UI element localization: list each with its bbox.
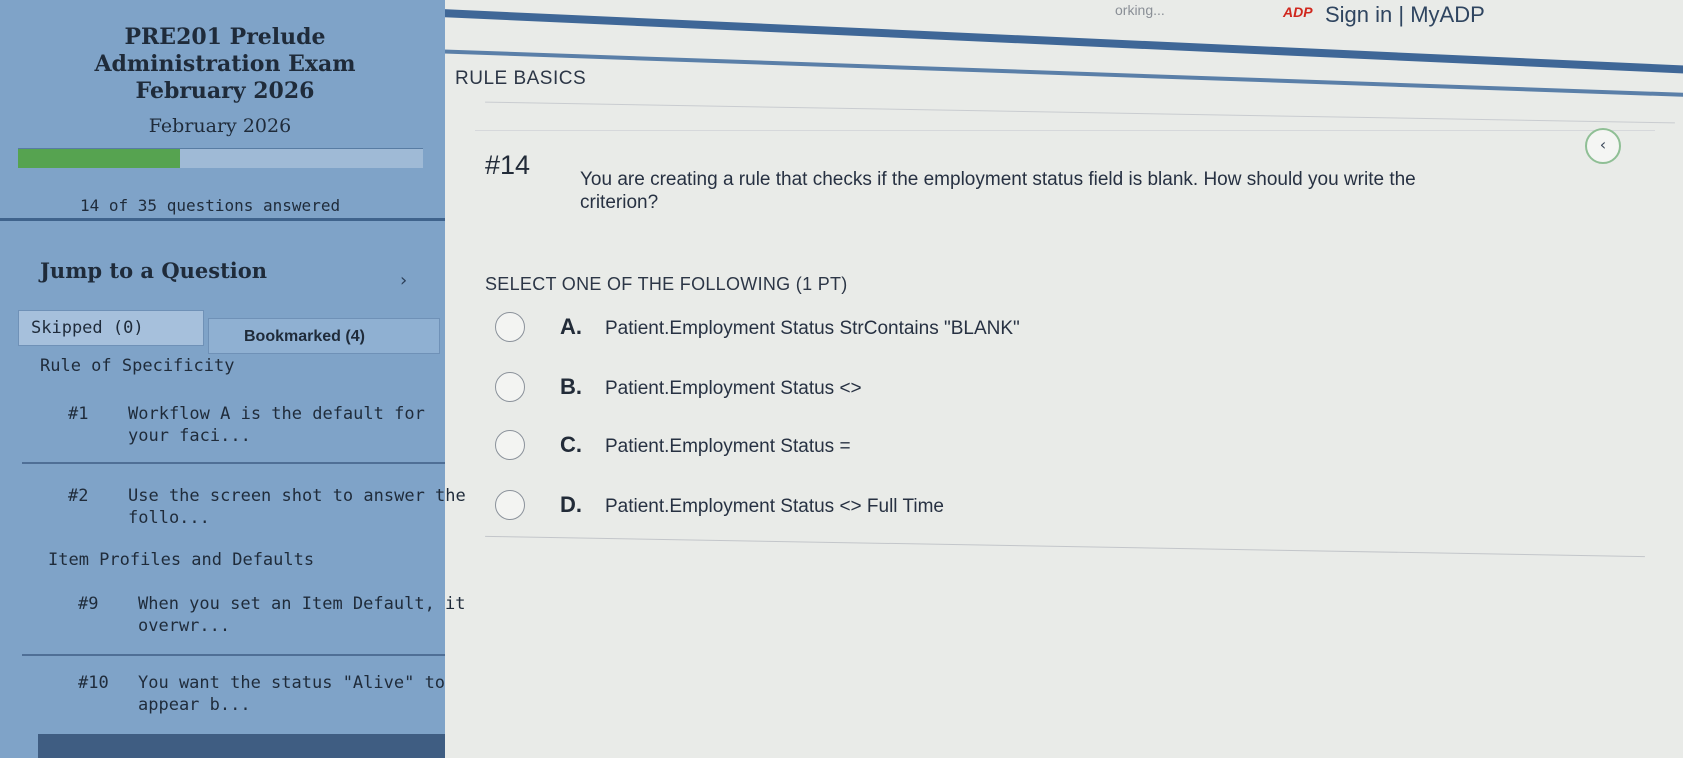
question-preview: Workflow A is the default for your faci.… <box>128 404 425 446</box>
sidebar-divider <box>0 218 445 221</box>
tab-skipped[interactable]: Skipped (0) <box>18 310 204 346</box>
radio-button[interactable] <box>495 312 525 342</box>
option-letter: C. <box>560 432 582 457</box>
list-divider <box>22 654 445 656</box>
question-number-label: #14 <box>485 150 531 180</box>
question-preview: Use the screen shot to answer the follo.… <box>128 486 466 528</box>
question-number: #9 <box>78 594 99 614</box>
answer-option-b[interactable]: B. Patient.Employment Status <> <box>495 372 1495 412</box>
group-header-rule-of-specificity: Rule of Specificity <box>40 356 235 376</box>
answered-count: 14 of 35 questions answered <box>80 196 341 215</box>
question-text-line: criterion? <box>580 192 659 213</box>
option-text: Patient.Employment Status <> <box>605 378 862 399</box>
collapse-button[interactable]: ‹ <box>1585 128 1621 164</box>
answer-option-a[interactable]: A. Patient.Employment Status StrContains… <box>495 312 1495 352</box>
question-preview: You want the status "Alive" to appear b.… <box>138 673 446 715</box>
option-letter: B. <box>560 374 582 399</box>
radio-button[interactable] <box>495 490 525 520</box>
main-panel: RULE BASICS ‹ #14 You are creating a rul… <box>445 0 1683 758</box>
exam-title: PRE201 Prelude Administration Exam Febru… <box>94 24 356 104</box>
radio-button[interactable] <box>495 372 525 402</box>
question-number: #1 <box>68 404 89 424</box>
radio-button[interactable] <box>495 430 525 460</box>
answer-option-c[interactable]: C. Patient.Employment Status = <box>495 430 1495 470</box>
chevron-right-icon[interactable]: › <box>400 270 407 291</box>
jump-to-question-title[interactable]: Jump to a Question <box>40 258 267 283</box>
option-text: Patient.Employment Status StrContains "B… <box>605 318 1020 339</box>
question-preview: When you set an Item Default, it overwr.… <box>138 594 466 636</box>
select-instruction: SELECT ONE OF THE FOLLOWING (1 PT) <box>485 274 848 294</box>
option-text: Patient.Employment Status <> Full Time <box>605 496 944 517</box>
progress-fill <box>18 149 180 168</box>
tab-bookmarked[interactable]: Bookmarked (4) <box>208 318 440 354</box>
question-number: #2 <box>68 486 89 506</box>
question-text-line: You are creating a rule that checks if t… <box>580 169 1416 190</box>
question-sidebar: PRE201 Prelude Administration Exam Febru… <box>0 0 466 758</box>
exam-date: February 2026 <box>148 115 292 137</box>
answer-option-d[interactable]: D. Patient.Employment Status <> Full Tim… <box>495 490 1495 530</box>
option-letter: A. <box>560 314 582 339</box>
chevron-left-icon: ‹ <box>1599 135 1607 154</box>
progress-bar <box>18 148 423 168</box>
option-letter: D. <box>560 492 582 517</box>
question-number: #10 <box>78 673 109 693</box>
list-divider <box>22 462 445 464</box>
group-header-item-profiles: Item Profiles and Defaults <box>48 550 315 570</box>
section-title: RULE BASICS <box>455 68 587 89</box>
question-text: You are creating a rule that checks if t… <box>580 168 1630 214</box>
option-text: Patient.Employment Status = <box>605 436 851 457</box>
section-divider <box>485 101 1675 124</box>
sidebar-footer <box>38 734 445 758</box>
